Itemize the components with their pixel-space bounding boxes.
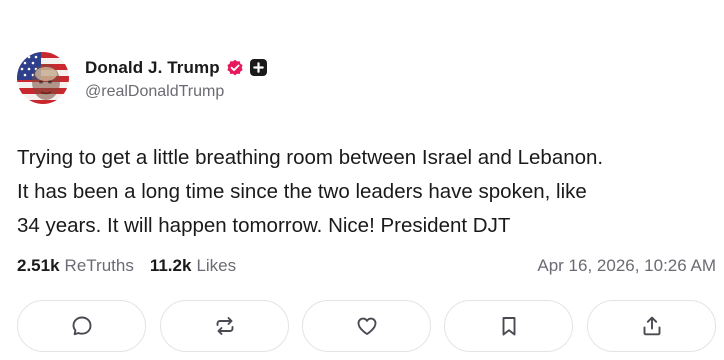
follow-plus-icon[interactable] bbox=[249, 59, 267, 76]
heart-icon bbox=[355, 314, 379, 338]
retruths-count: 2.51k bbox=[17, 256, 60, 275]
retruth-button[interactable] bbox=[160, 300, 289, 352]
post-body: Trying to get a little breathing room be… bbox=[17, 146, 604, 237]
retruths-stat[interactable]: 2.51k ReTruths bbox=[17, 256, 134, 276]
likes-count: 11.2k bbox=[149, 256, 192, 275]
user-handle[interactable]: @realDonaldTrump bbox=[85, 83, 267, 101]
share-icon bbox=[640, 314, 664, 338]
post-card: Donald J. Trump @realDonaldTrump Trying … bbox=[0, 0, 724, 360]
post-author: Donald J. Trump @realDonaldTrump bbox=[17, 52, 267, 104]
likes-label: Likes bbox=[196, 256, 237, 275]
author-info: Donald J. Trump @realDonaldTrump bbox=[85, 56, 267, 101]
bookmark-button[interactable] bbox=[444, 300, 573, 352]
comment-icon bbox=[70, 314, 94, 338]
avatar[interactable] bbox=[17, 52, 69, 104]
reply-button[interactable] bbox=[17, 300, 146, 352]
bookmark-icon bbox=[497, 314, 521, 338]
likes-stat[interactable]: 11.2k Likes bbox=[150, 256, 236, 276]
display-name[interactable]: Donald J. Trump bbox=[85, 58, 220, 78]
post-stats: 2.51k ReTruths 11.2k Likes Apr 16, 2026,… bbox=[17, 254, 716, 278]
repost-icon bbox=[213, 314, 237, 338]
post-timestamp: Apr 16, 2026, 10:26 AM bbox=[537, 256, 716, 275]
retruths-label: ReTruths bbox=[64, 256, 134, 275]
verified-check-icon bbox=[226, 59, 244, 77]
like-button[interactable] bbox=[302, 300, 431, 352]
share-button[interactable] bbox=[587, 300, 716, 352]
name-row: Donald J. Trump bbox=[85, 56, 267, 80]
action-bar bbox=[17, 300, 716, 352]
